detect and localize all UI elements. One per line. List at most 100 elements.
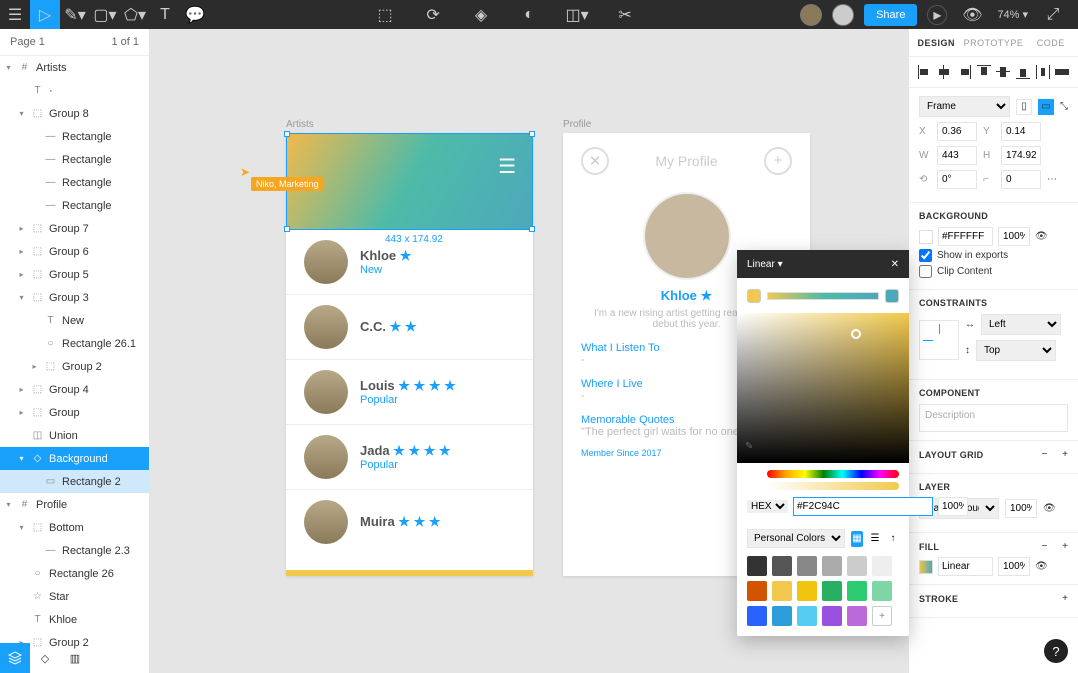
layer-row[interactable]: ▸⬚Group 4	[0, 378, 149, 401]
align-vcenter-icon[interactable]	[996, 65, 1010, 79]
menu-icon[interactable]: ☰	[0, 0, 30, 29]
y-input[interactable]	[1001, 122, 1041, 141]
color-swatch[interactable]	[747, 581, 767, 601]
layers-tab-icon[interactable]	[0, 643, 30, 673]
clip-content-checkbox[interactable]	[919, 265, 932, 278]
view-icon[interactable]: 👁	[957, 0, 987, 29]
color-swatch[interactable]	[797, 606, 817, 626]
show-exports-checkbox[interactable]	[919, 249, 932, 262]
color-swatch[interactable]	[822, 581, 842, 601]
layer-row[interactable]: ◫Union	[0, 424, 149, 447]
sort-icon[interactable]: ↑	[887, 531, 899, 547]
align-top-icon[interactable]	[977, 65, 991, 79]
zoom-control[interactable]: 74% ▾	[997, 8, 1028, 21]
color-swatch[interactable]	[797, 556, 817, 576]
frame-type-select[interactable]: Frame	[919, 96, 1010, 117]
remove-grid-icon[interactable]: −	[1042, 449, 1048, 460]
help-button[interactable]: ?	[1044, 639, 1068, 663]
h-input[interactable]	[1001, 146, 1041, 165]
layer-row[interactable]: ▸⬚Group 5	[0, 263, 149, 286]
hex-input[interactable]	[793, 497, 933, 516]
constraint-v-select[interactable]: Top	[976, 340, 1056, 361]
rotation-input[interactable]	[937, 170, 977, 189]
bg-color-chip[interactable]	[919, 230, 933, 244]
layer-visibility-icon[interactable]: 👁	[1043, 503, 1056, 514]
landscape-icon[interactable]: ▭	[1038, 99, 1054, 115]
layer-row[interactable]: TKhloe	[0, 608, 149, 631]
layer-row[interactable]: ▾#Artists	[0, 56, 149, 79]
layer-row[interactable]: ○Rectangle 26.1	[0, 332, 149, 355]
layer-row[interactable]: ▭Rectangle 2	[0, 470, 149, 493]
close-picker-icon[interactable]: ✕	[891, 259, 899, 270]
layer-row[interactable]: ▸⬚Group	[0, 401, 149, 424]
add-icon[interactable]: +	[764, 147, 792, 175]
layer-row[interactable]: ☆Star	[0, 585, 149, 608]
visibility-icon[interactable]: 👁	[1035, 231, 1048, 242]
panel-toggle-icon[interactable]: ⤢	[1038, 0, 1068, 29]
bg-opacity-input[interactable]	[998, 227, 1030, 246]
color-swatch[interactable]	[822, 556, 842, 576]
layer-opacity-input[interactable]	[1005, 499, 1037, 518]
hue-slider[interactable]	[767, 470, 899, 478]
color-swatch[interactable]	[747, 556, 767, 576]
color-swatch[interactable]	[847, 581, 867, 601]
fill-color-chip[interactable]	[919, 560, 933, 574]
radius-input[interactable]	[1001, 170, 1041, 189]
library-tab-icon[interactable]: ▥	[60, 643, 90, 673]
add-fill-icon[interactable]: +	[1062, 541, 1068, 552]
opacity-input[interactable]	[938, 497, 968, 516]
fill-type-input[interactable]	[938, 557, 993, 576]
user-avatar-1[interactable]	[800, 4, 822, 26]
layer-row[interactable]: ▾◇Background	[0, 447, 149, 470]
layer-row[interactable]: —Rectangle 2.3	[0, 539, 149, 562]
palette-select[interactable]: Personal Colors	[747, 529, 845, 548]
fill-visibility-icon[interactable]: 👁	[1035, 561, 1048, 572]
align-left-icon[interactable]	[918, 65, 932, 79]
tab-code[interactable]: CODE	[1023, 29, 1078, 56]
remove-fill-icon[interactable]: −	[1042, 541, 1048, 552]
layer-row[interactable]: ▸⬚Group 2	[0, 355, 149, 378]
align-hcenter-icon[interactable]	[937, 65, 951, 79]
fill-opacity-input[interactable]	[998, 557, 1030, 576]
eyedropper-icon[interactable]: ✎	[745, 441, 753, 452]
layer-row[interactable]: ▾⬚Bottom	[0, 516, 149, 539]
layer-row[interactable]: —Rectangle	[0, 148, 149, 171]
layer-row[interactable]: ▸⬚Group 7	[0, 217, 149, 240]
layer-row[interactable]: ▾⬚Group 8	[0, 102, 149, 125]
tab-design[interactable]: DESIGN	[909, 29, 964, 56]
color-format-select[interactable]: HEX	[747, 500, 788, 513]
tidy-icon[interactable]	[1055, 65, 1069, 79]
shape-tool[interactable]: ⬠▾	[120, 0, 150, 29]
layer-row[interactable]: ○Rectangle 26	[0, 562, 149, 585]
reset-icon[interactable]: ⟳	[418, 0, 448, 29]
gradient-stop-2[interactable]	[885, 289, 899, 303]
constraints-widget[interactable]	[919, 320, 959, 360]
page-selector[interactable]: Page 11 of 1	[0, 29, 149, 56]
add-grid-icon[interactable]: +	[1062, 449, 1068, 460]
add-swatch-icon[interactable]: +	[872, 606, 892, 626]
share-button[interactable]: Share	[864, 4, 917, 26]
layer-row[interactable]: —Rectangle	[0, 125, 149, 148]
layer-row[interactable]: ▾⬚Group 3	[0, 286, 149, 309]
w-input[interactable]	[937, 146, 977, 165]
list-view-icon[interactable]: ☰	[869, 531, 881, 547]
gradient-type-select[interactable]: Linear ▾	[747, 259, 783, 270]
align-right-icon[interactable]	[957, 65, 971, 79]
text-tool[interactable]: T	[150, 0, 180, 29]
frame-tool[interactable]: ▢▾	[90, 0, 120, 29]
constraint-h-select[interactable]: Left	[981, 314, 1061, 335]
more-icon[interactable]: ⋯	[1047, 174, 1057, 185]
color-swatch[interactable]	[797, 581, 817, 601]
close-icon[interactable]: ✕	[581, 147, 609, 175]
components-tab-icon[interactable]: ◇	[30, 643, 60, 673]
alpha-slider[interactable]	[767, 482, 899, 490]
color-swatch[interactable]	[772, 606, 792, 626]
layer-row[interactable]: T·	[0, 79, 149, 102]
grid-view-icon[interactable]: ▦	[851, 531, 863, 547]
resize-fit-icon[interactable]: ⤡	[1060, 101, 1068, 112]
align-bottom-icon[interactable]	[1016, 65, 1030, 79]
x-input[interactable]	[937, 122, 977, 141]
component-icon[interactable]: ⬚	[370, 0, 400, 29]
layer-row[interactable]: ▾#Profile	[0, 493, 149, 516]
play-icon[interactable]: ▸	[927, 5, 947, 25]
